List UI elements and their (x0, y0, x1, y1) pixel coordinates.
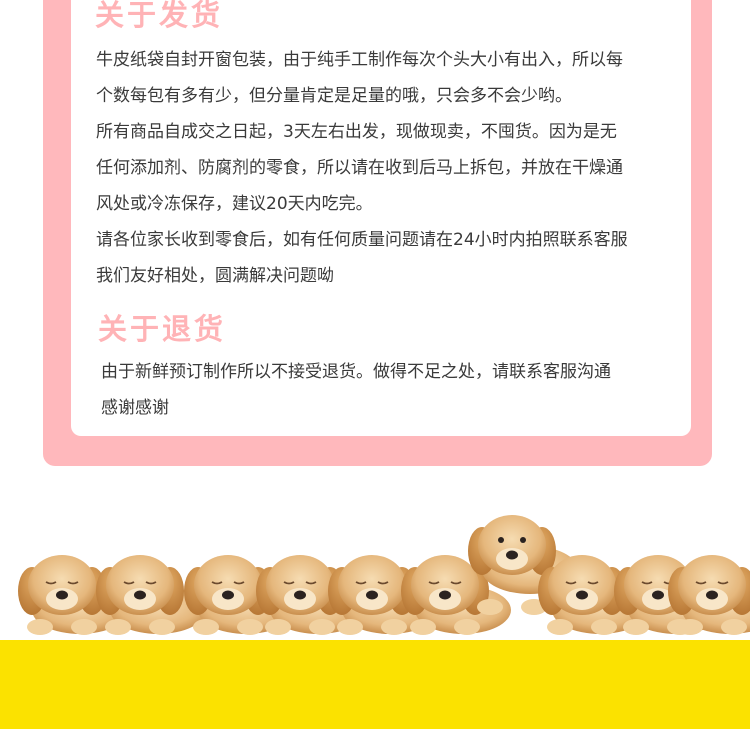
shipping-title: 关于发货 (95, 0, 224, 32)
text-line: 我们友好相处，圆满解决问题呦 (96, 266, 334, 286)
text-line: 任何添加剂、防腐剂的零食，所以请在收到后马上拆包，并放在干燥通 (96, 158, 623, 178)
shipping-paragraph-packaging: 牛皮纸袋自封开窗包装，由于纯手工制作每次个头大小有出入，所以每 个数每包有多有少… (96, 42, 623, 114)
returns-paragraph: 由于新鲜预订制作所以不接受退货。做得不足之处，请联系客服沟通 感谢感谢 (101, 354, 611, 426)
text-line: 感谢感谢 (101, 398, 169, 418)
text-line: 请各位家长收到零食后，如有任何质量问题请在24小时内拍照联系客服 (96, 230, 628, 250)
yellow-footer-band (0, 640, 750, 729)
text-line: 所有商品自成交之日起，3天左右出发，现做现卖，不囤货。因为是无 (96, 122, 617, 142)
shipping-paragraph-quality: 请各位家长收到零食后，如有任何质量问题请在24小时内拍照联系客服 我们友好相处，… (96, 222, 628, 294)
puppy-row-illustration (18, 515, 750, 635)
returns-title: 关于退货 (98, 312, 227, 346)
text-line: 牛皮纸袋自封开窗包装，由于纯手工制作每次个头大小有出入，所以每 (96, 50, 623, 70)
text-line: 由于新鲜预订制作所以不接受退货。做得不足之处，请联系客服沟通 (101, 362, 611, 382)
shipping-paragraph-dispatch: 所有商品自成交之日起，3天左右出发，现做现卖，不囤货。因为是无 任何添加剂、防腐… (96, 114, 623, 222)
text-line: 个数每包有多有少，但分量肯定是足量的哦，只会多不会少哟。 (96, 86, 572, 106)
text-line: 风处或冷冻保存，建议20天内吃完。 (96, 194, 373, 214)
